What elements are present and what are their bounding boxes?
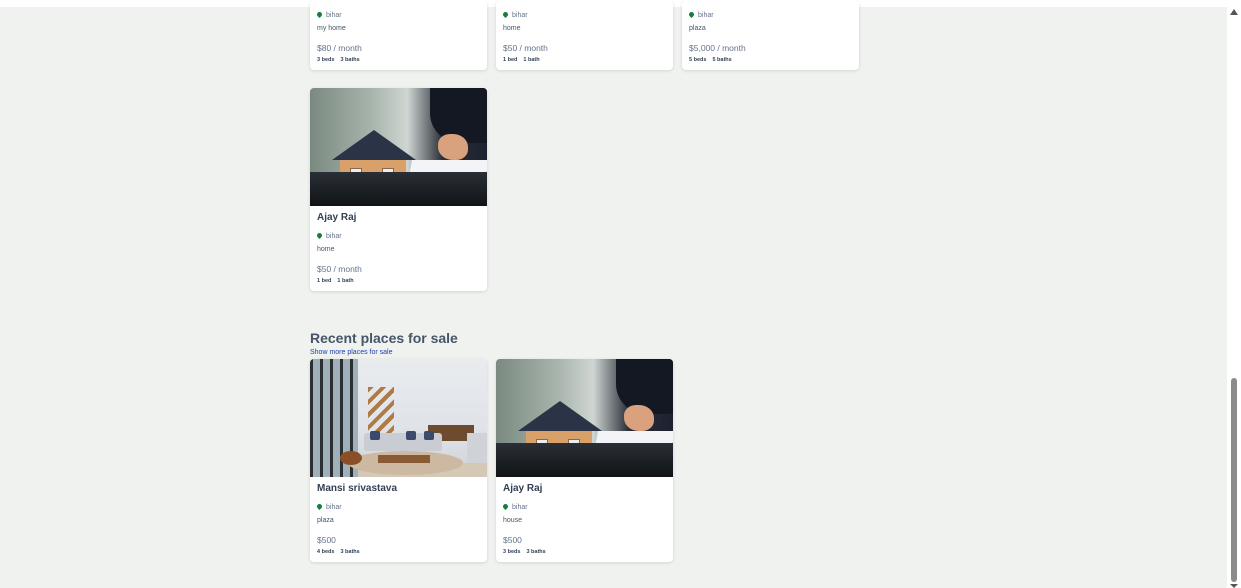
vertical-scrollbar[interactable] <box>1227 0 1241 588</box>
location-row: bihar <box>689 10 852 20</box>
map-pin-icon <box>317 12 322 19</box>
map-pin-icon <box>689 12 694 19</box>
listing-title: Mansi srivastava <box>317 483 398 494</box>
location-row: bihar <box>317 10 480 20</box>
beds: 4 beds <box>317 549 335 555</box>
map-pin-icon <box>317 504 322 511</box>
house-contract-image <box>310 88 487 206</box>
listing-price: $80 / month <box>317 43 362 53</box>
listing-card[interactable]: bihar home $50 / month 1 bed 1 bath <box>496 0 673 70</box>
living-room-image <box>310 359 487 477</box>
listing-title: Ajay Raj <box>503 483 543 494</box>
listing-description: house <box>503 517 523 524</box>
location-text: bihar <box>326 232 342 240</box>
scroll-down-arrow-icon[interactable] <box>1230 584 1238 588</box>
section-title: Recent places for sale <box>310 330 458 346</box>
listing-card[interactable]: Mansi srivastava bihar plaza $500 4 beds… <box>310 359 487 562</box>
listing-price: $50 / month <box>503 43 548 53</box>
location-text: bihar <box>512 11 528 19</box>
baths: 3 baths <box>340 57 360 63</box>
listing-price: $50 / month <box>317 264 362 274</box>
location-row: bihar <box>503 502 666 512</box>
listing-description: my home <box>317 25 346 32</box>
location-row: bihar <box>317 502 480 512</box>
location-text: bihar <box>698 11 714 19</box>
beds: 1 bed <box>317 278 332 284</box>
baths: 1 bath <box>523 57 540 63</box>
location-row: bihar <box>503 10 666 20</box>
listing-card[interactable]: Ajay Raj bihar home $50 / month 1 bed 1 b… <box>310 88 487 291</box>
map-pin-icon <box>503 12 508 19</box>
location-text: bihar <box>326 503 342 511</box>
beds: 3 beds <box>317 57 335 63</box>
location-row: bihar <box>317 231 480 241</box>
map-pin-icon <box>317 233 322 240</box>
listing-card[interactable]: Ajay Raj bihar house $500 3 beds 3 baths <box>496 359 673 562</box>
location-text: bihar <box>326 11 342 19</box>
listing-price: $500 <box>317 535 336 545</box>
house-contract-image <box>496 359 673 477</box>
map-pin-icon <box>503 504 508 511</box>
beds: 3 beds <box>503 549 521 555</box>
baths: 3 baths <box>340 549 360 555</box>
baths: 5 baths <box>712 57 732 63</box>
listing-price: $500 <box>503 535 522 545</box>
beds: 1 bed <box>503 57 518 63</box>
listing-title: Ajay Raj <box>317 212 357 223</box>
baths: 3 baths <box>526 549 546 555</box>
scroll-thumb[interactable] <box>1231 378 1237 582</box>
baths: 1 bath <box>337 278 354 284</box>
scroll-up-arrow-icon[interactable] <box>1230 9 1238 15</box>
listing-description: plaza <box>689 25 706 32</box>
listing-description: home <box>503 25 521 32</box>
listing-card[interactable]: bihar plaza $5,000 / month 5 beds 5 baths <box>682 0 859 70</box>
listing-description: plaza <box>317 517 334 524</box>
location-text: bihar <box>512 503 528 511</box>
listing-card[interactable]: bihar my home $80 / month 3 beds 3 baths <box>310 0 487 70</box>
beds: 5 beds <box>689 57 707 63</box>
listing-description: home <box>317 246 335 253</box>
listing-price: $5,000 / month <box>689 43 746 53</box>
show-more-sale-link[interactable]: Show more places for sale <box>310 349 392 356</box>
listings-page: bihar my home $80 / month 3 beds 3 baths … <box>0 0 1227 588</box>
